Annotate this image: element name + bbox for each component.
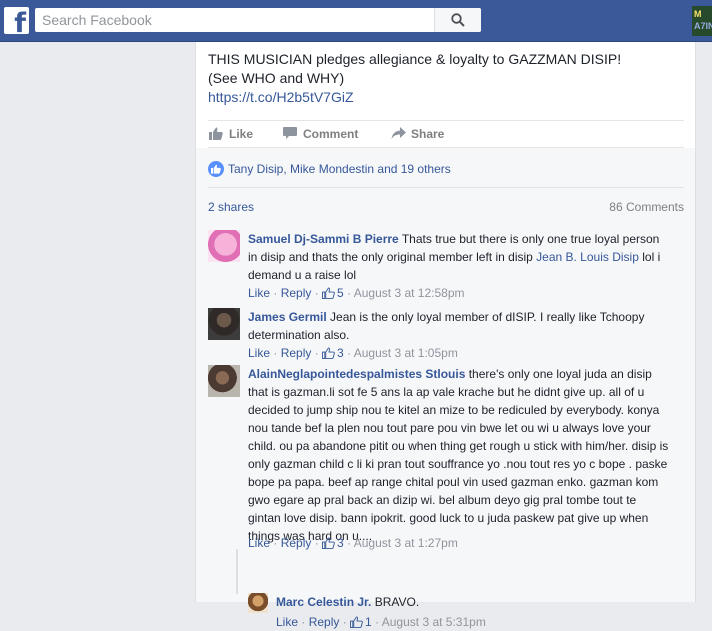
comment-author[interactable]: Samuel Dj-Sammi B Pierre	[248, 232, 399, 246]
comment-text: child. ou pa abandone pitit ou when thin…	[248, 439, 669, 453]
like-thumb-icon	[322, 287, 335, 299]
comment-body: Marc Celestin Jr. BRAVO.	[276, 593, 712, 611]
comment-actions: Like · Reply · 1 · August 3 at 5:31pm	[276, 613, 486, 631]
comment-text: demand u a raise lol	[248, 268, 357, 282]
comment-text: Jean is the only loyal member of dISIP. …	[326, 310, 645, 324]
share-button-label: Share	[411, 127, 445, 141]
comment-text: only gazman child c li ki pran tout souf…	[248, 457, 668, 471]
like-thumb-icon	[209, 127, 223, 140]
shares-link[interactable]: 2 shares	[208, 200, 254, 214]
post-link[interactable]: https://t.co/H2b5tV7GiZ	[208, 89, 354, 105]
comment-text: in disip and thats the only original mem…	[248, 250, 537, 264]
comment-text: Thats true but there is only one true lo…	[398, 232, 660, 246]
comment-timestamp[interactable]: August 3 at 12:58pm	[354, 286, 465, 300]
like-button-label: Like	[229, 127, 254, 141]
comment-like-link[interactable]: Like	[248, 536, 270, 550]
comment-mention[interactable]: Jean B. Louis Disip	[536, 250, 639, 264]
post-line-2: (See WHO and WHY)	[208, 70, 345, 86]
comment-bubble-icon	[283, 127, 297, 139]
comment-button-label: Comment	[303, 127, 359, 141]
comment-text: decided to jump ship nou te kitel an miz…	[248, 403, 660, 417]
comment-reply-link[interactable]: Reply	[281, 346, 312, 360]
like-reaction-icon	[208, 161, 224, 177]
shares-row: 2 shares 86 Comments	[208, 188, 684, 224]
comment-text: lol i	[638, 250, 661, 264]
like-thumb-icon	[322, 537, 335, 549]
page-badge-bottom: A7IN	[694, 21, 712, 31]
comment-timestamp[interactable]: August 3 at 1:27pm	[354, 536, 458, 550]
avatar[interactable]	[248, 593, 268, 613]
comment-text: determination also.	[248, 328, 350, 342]
comment-like-count[interactable]: 1	[350, 613, 372, 631]
post-action-bar: Like Comment Share	[208, 120, 684, 148]
search-box	[35, 8, 481, 32]
like-count-value: 5	[337, 286, 344, 300]
comment-text: gintan love disip. bann ipokrit. good lu…	[248, 511, 649, 525]
comment-text: there's only one loyal juda an disip	[465, 367, 652, 381]
like-count-value: 1	[365, 615, 372, 629]
comment-like-link[interactable]: Like	[248, 346, 270, 360]
comment-reply-link[interactable]: Reply	[281, 536, 312, 550]
comment-text: BRAVO.	[371, 595, 420, 609]
comment-timestamp[interactable]: August 3 at 1:05pm	[354, 346, 458, 360]
comment-like-link[interactable]: Like	[248, 286, 270, 300]
comment-actions: Like · Reply · 3 · August 3 at 1:05pm	[248, 344, 458, 362]
feedback-section: Tany Disip, Mike Mondestin and 19 others…	[196, 148, 695, 629]
top-navigation-bar: f M A7IN	[0, 0, 712, 42]
avatar[interactable]	[208, 365, 240, 397]
avatar[interactable]	[208, 230, 240, 262]
like-thumb-icon	[322, 347, 335, 359]
comment-text: that is gazman.li sot fe 5 ans la ap val…	[248, 385, 645, 399]
like-thumb-icon	[350, 616, 363, 628]
comment-author[interactable]: James Germil	[248, 310, 327, 324]
comment-body: Samuel Dj-Sammi B Pierre Thats true but …	[248, 230, 688, 284]
reactions-row: Tany Disip, Mike Mondestin and 19 others	[208, 148, 684, 188]
comment-author[interactable]: Marc Celestin Jr.	[276, 595, 371, 609]
reply-thread-line	[236, 549, 238, 594]
comments-count[interactable]: 86 Comments	[609, 200, 684, 214]
comment-author[interactable]: AlainNeglapointedespalmistes Stlouis	[248, 367, 465, 381]
like-count-value: 3	[337, 346, 344, 360]
comment-like-count[interactable]: 3	[322, 344, 344, 362]
comment-like-count[interactable]: 5	[322, 284, 344, 302]
avatar[interactable]	[208, 308, 240, 340]
comment-text: nou tande bef la plen nou tout pare pou …	[248, 421, 651, 435]
comment-text: gwo egare ap pral back an dizip wi. bel …	[248, 493, 637, 507]
post-card: THIS MUSICIAN pledges allegiance & loyal…	[195, 42, 696, 629]
reactions-summary[interactable]: Tany Disip, Mike Mondestin and 19 others	[228, 162, 451, 176]
share-arrow-icon	[391, 127, 406, 139]
page-badge-top: M	[694, 9, 702, 19]
search-icon	[451, 13, 465, 27]
comment-body: James Germil Jean is the only loyal memb…	[248, 308, 688, 344]
post-text: THIS MUSICIAN pledges allegiance & loyal…	[208, 50, 688, 107]
page-badge[interactable]: M A7IN	[692, 6, 712, 36]
comment-reply-link[interactable]: Reply	[281, 286, 312, 300]
comment-like-link[interactable]: Like	[276, 615, 298, 629]
comment-reply-link[interactable]: Reply	[309, 615, 340, 629]
search-input[interactable]	[35, 8, 435, 32]
facebook-logo-icon[interactable]: f	[4, 7, 29, 34]
post-line-1: THIS MUSICIAN pledges allegiance & loyal…	[208, 51, 622, 67]
comment-body: AlainNeglapointedespalmistes Stlouis the…	[248, 365, 688, 545]
search-button[interactable]	[434, 8, 481, 32]
comment-like-count[interactable]: 3	[322, 534, 344, 552]
comment-actions: Like · Reply · 5 · August 3 at 12:58pm	[248, 284, 465, 302]
like-count-value: 3	[337, 536, 344, 550]
comment-text: bope pa papa. beef ap range chital poul …	[248, 475, 659, 489]
comment-actions: Like · Reply · 3 · August 3 at 1:27pm	[248, 534, 458, 552]
comment-timestamp[interactable]: August 3 at 5:31pm	[382, 615, 486, 629]
